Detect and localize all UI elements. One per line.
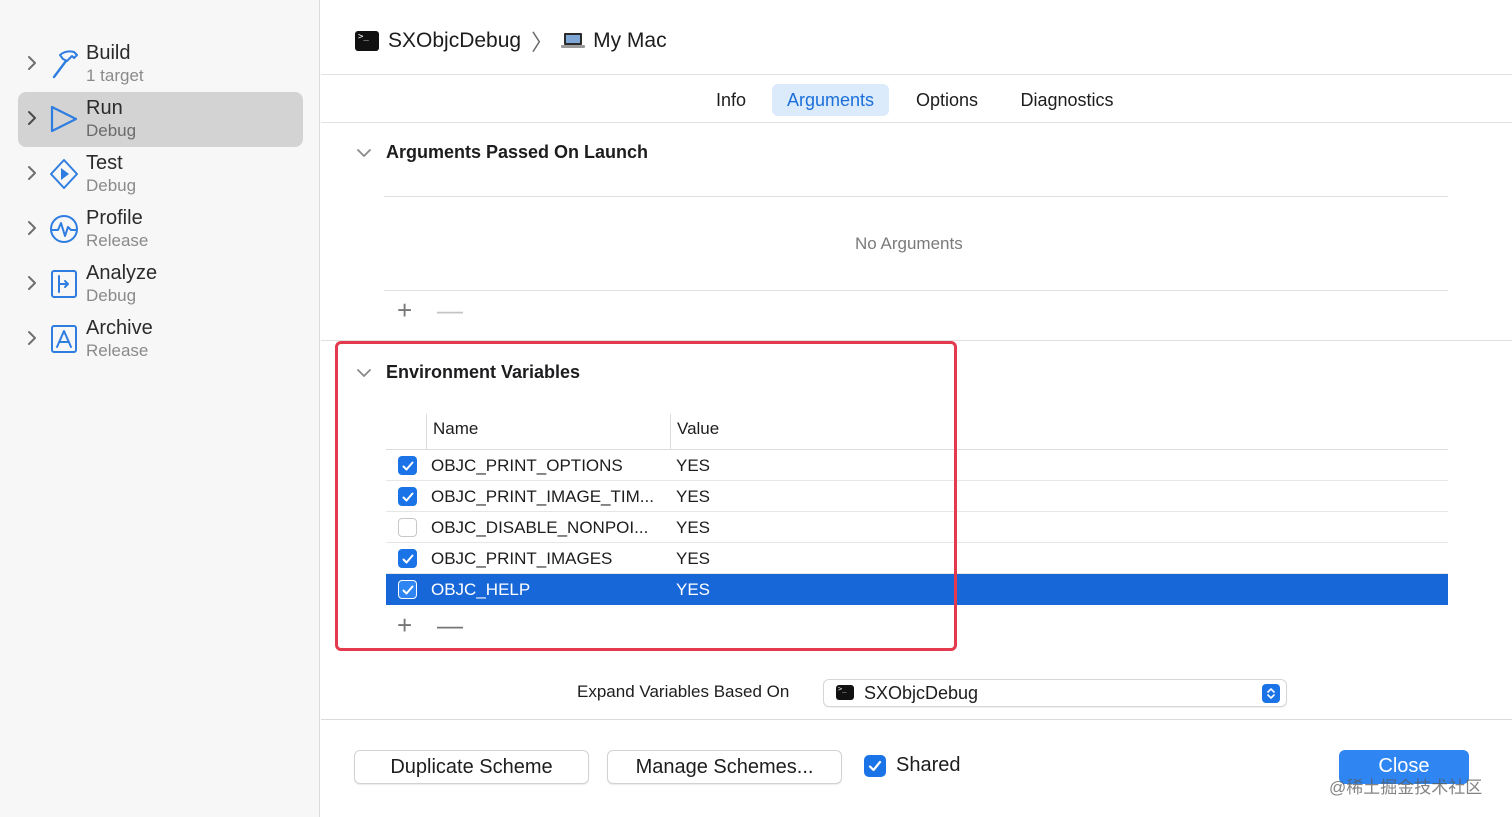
sidebar-item-subtitle: Debug bbox=[86, 121, 137, 140]
sidebar-item-test[interactable]: Test Debug bbox=[18, 147, 303, 202]
tab-info[interactable]: Info bbox=[703, 84, 759, 116]
chevron-right-icon[interactable] bbox=[24, 163, 40, 183]
breadcrumb: SXObjcDebug 〉 My Mac bbox=[355, 26, 667, 56]
duplicate-scheme-button[interactable]: Duplicate Scheme bbox=[354, 750, 589, 784]
divider bbox=[384, 196, 1448, 197]
tab-diagnostics[interactable]: Diagnostics bbox=[1009, 84, 1125, 116]
sidebar-item-archive[interactable]: Archive Release bbox=[18, 312, 303, 367]
divider bbox=[321, 719, 1512, 720]
sidebar-item-build[interactable]: Build 1 target bbox=[18, 37, 303, 92]
chevron-right-icon[interactable] bbox=[24, 218, 40, 238]
shared-label[interactable]: Shared bbox=[896, 754, 961, 777]
sidebar-item-subtitle: 1 target bbox=[86, 66, 144, 85]
hammer-icon bbox=[52, 50, 78, 79]
sidebar-item-title: Analyze bbox=[86, 262, 158, 284]
breadcrumb-scheme[interactable]: SXObjcDebug bbox=[388, 29, 521, 53]
shared-checkbox[interactable] bbox=[864, 755, 886, 777]
chevron-right-icon[interactable] bbox=[24, 273, 40, 293]
archive-icon bbox=[51, 325, 77, 353]
tab-arguments[interactable]: Arguments bbox=[772, 84, 889, 116]
breadcrumb-chevron-icon: 〉 bbox=[531, 30, 554, 55]
chevron-right-icon[interactable] bbox=[24, 328, 40, 348]
sidebar-item-subtitle: Debug bbox=[86, 176, 137, 195]
breadcrumb-destination[interactable]: My Mac bbox=[593, 29, 667, 53]
up-down-arrows-icon bbox=[1262, 684, 1280, 703]
sidebar-item-subtitle: Release bbox=[86, 231, 149, 250]
terminal-icon bbox=[355, 31, 379, 51]
expand-variables-popup[interactable]: SXObjcDebug bbox=[823, 679, 1287, 707]
sidebar-item-run[interactable]: Run Debug bbox=[18, 92, 303, 147]
sidebar-item-title: Run bbox=[86, 97, 123, 119]
sidebar-item-profile[interactable]: Profile Release bbox=[18, 202, 303, 257]
laptop-icon bbox=[561, 33, 586, 48]
divider bbox=[384, 290, 1448, 291]
annotation-highlight-box bbox=[335, 341, 957, 651]
sidebar-item-analyze[interactable]: Analyze Debug bbox=[18, 257, 303, 312]
scheme-editor-main: SXObjcDebug 〉 My Mac Info Arguments Opti… bbox=[321, 0, 1512, 817]
play-icon bbox=[50, 105, 78, 133]
remove-argument-button[interactable]: — bbox=[437, 297, 463, 323]
sidebar-item-title: Archive bbox=[86, 317, 153, 339]
sidebar-item-title: Profile bbox=[86, 207, 143, 229]
divider bbox=[321, 122, 1512, 123]
add-argument-button[interactable]: + bbox=[397, 297, 412, 323]
scheme-action-sidebar: Build 1 target Run Debug Test Debug Prof… bbox=[0, 0, 320, 817]
chevron-right-icon[interactable] bbox=[24, 53, 40, 73]
sidebar-item-title: Build bbox=[86, 42, 131, 64]
test-diamond-icon bbox=[50, 159, 78, 189]
terminal-icon bbox=[836, 685, 854, 700]
sidebar-item-title: Test bbox=[86, 152, 123, 174]
manage-schemes-button[interactable]: Manage Schemes... bbox=[607, 750, 842, 784]
no-arguments-text: No Arguments bbox=[855, 234, 963, 253]
arguments-section-title: Arguments Passed On Launch bbox=[386, 142, 649, 162]
expand-variables-value: SXObjcDebug bbox=[864, 683, 979, 703]
expand-variables-label: Expand Variables Based On bbox=[577, 682, 790, 701]
chevron-down-icon[interactable] bbox=[356, 147, 372, 159]
tab-bar: Info Arguments Options Diagnostics bbox=[321, 84, 1512, 116]
analyze-icon bbox=[51, 270, 77, 298]
tab-options[interactable]: Options bbox=[905, 84, 989, 116]
waveform-icon bbox=[50, 215, 78, 243]
sidebar-item-subtitle: Debug bbox=[86, 286, 137, 305]
sidebar-item-subtitle: Release bbox=[86, 341, 149, 360]
divider bbox=[321, 74, 1512, 75]
watermark: @稀土掘金技术社区 bbox=[1329, 778, 1483, 797]
chevron-right-icon[interactable] bbox=[24, 108, 40, 128]
